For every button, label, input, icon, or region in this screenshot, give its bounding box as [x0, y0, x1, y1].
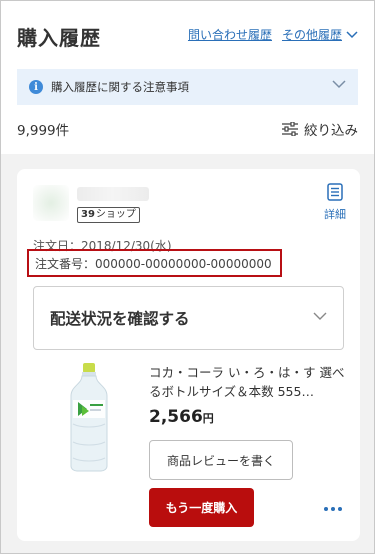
shop-name — [77, 187, 149, 201]
shop-logo — [33, 185, 69, 221]
dot — [324, 507, 328, 511]
dot — [338, 507, 342, 511]
more-dots-icon[interactable] — [320, 503, 346, 515]
product-price: 2,566円 — [149, 407, 214, 427]
detail-button[interactable]: 詳細 — [324, 183, 346, 222]
info-icon: i — [29, 80, 43, 94]
product-image[interactable] — [61, 362, 117, 472]
detail-label: 詳細 — [324, 208, 346, 221]
order-number: 注文番号：000000-00000000-00000000 — [27, 249, 282, 277]
other-history-link[interactable]: その他履歴 — [282, 26, 358, 43]
header-section: 購入履歴 問い合わせ履歴 その他履歴 i 購入履歴に関する注意事項 9,999件 — [1, 1, 374, 154]
notice-text: 購入履歴に関する注意事項 — [51, 80, 189, 94]
notice-banner[interactable]: i 購入履歴に関する注意事項 — [17, 69, 358, 105]
order-card: 39 ショップ 詳細 注文日：2018/12/30(水) 注文番号：000000… — [17, 169, 360, 541]
price-value: 2,566 — [149, 407, 203, 427]
shop-badge: 39 ショップ — [77, 207, 140, 223]
write-review-button[interactable]: 商品レビューを書く — [149, 440, 293, 480]
chevron-down-icon — [332, 80, 346, 89]
dot — [331, 507, 335, 511]
price-unit: 円 — [202, 412, 214, 425]
purchase-history-screen: 購入履歴 問い合わせ履歴 その他履歴 i 購入履歴に関する注意事項 9,999件 — [0, 0, 375, 554]
buy-again-button[interactable]: もう一度購入 — [149, 488, 254, 527]
filter-sliders-icon — [282, 122, 298, 136]
order-number-text: 注文番号：000000-00000000-00000000 — [35, 256, 272, 271]
document-icon — [327, 183, 343, 201]
shipping-status-button[interactable]: 配送状況を確認する — [33, 286, 344, 350]
shop-badge-text: ショップ — [95, 209, 136, 220]
chevron-down-icon — [313, 312, 327, 320]
chevron-down-icon — [346, 30, 358, 38]
product-name[interactable]: コカ・コーラ い・ろ・は・す 選べるボトルサイズ＆本数 555… — [149, 363, 349, 401]
page-title: 購入履歴 — [17, 26, 101, 50]
result-count: 9,999件 — [17, 123, 70, 139]
shop-badge-number: 39 — [81, 209, 95, 220]
result-summary: 9,999件 絞り込み — [17, 119, 358, 139]
filter-button[interactable]: 絞り込み — [282, 119, 358, 139]
header-links: 問い合わせ履歴 その他履歴 — [188, 26, 358, 43]
shipping-status-label: 配送状況を確認する — [50, 310, 190, 328]
other-history-label[interactable]: その他履歴 — [282, 26, 342, 43]
filter-label: 絞り込み — [304, 123, 358, 139]
inquiry-history-link[interactable]: 問い合わせ履歴 — [188, 26, 272, 43]
